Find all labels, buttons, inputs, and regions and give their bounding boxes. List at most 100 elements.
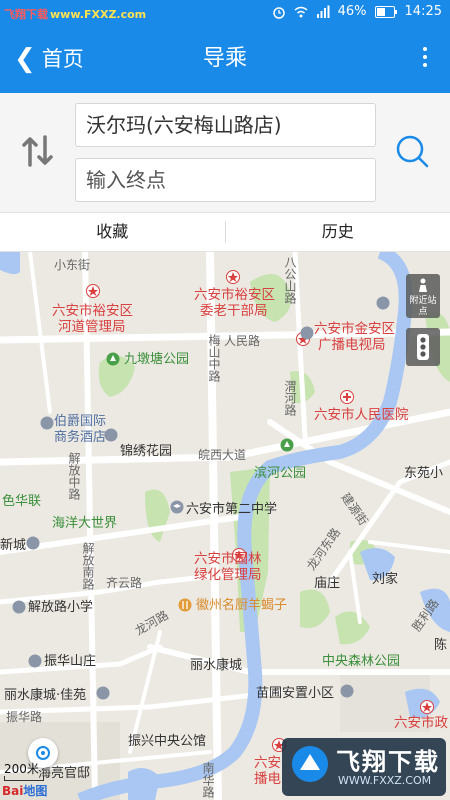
map-label: 六安市园林 xyxy=(194,551,262,567)
map-label: 陈 xyxy=(434,638,448,653)
map-label: 刘家 xyxy=(372,572,399,587)
map-label: 六安 xyxy=(254,755,281,771)
poi-icon xyxy=(376,296,390,310)
park-icon xyxy=(280,438,294,452)
poi-icon xyxy=(104,428,118,442)
destination-field[interactable]: 输入终点 xyxy=(75,158,376,202)
park-icon xyxy=(106,352,120,366)
tab-history[interactable]: 历史 xyxy=(226,213,450,251)
map-label: 广播电视局 xyxy=(318,337,386,353)
map-label: 河道管理局 xyxy=(58,319,126,335)
map-label: 人民路 xyxy=(224,334,261,348)
map-label: 绿化管理局 xyxy=(194,567,262,583)
map-label: 色华联 xyxy=(2,494,42,509)
more-menu-button[interactable] xyxy=(420,43,430,75)
baidu-logo-suffix: 地图 xyxy=(23,784,48,798)
swap-route-icon[interactable] xyxy=(18,131,58,171)
map-label: 海亮官邸 xyxy=(38,766,91,781)
app-root: 飞翔下载 www.FXXZ.com 46% 14:25 ❮ 首页 导乘 沃尔玛(六… xyxy=(0,0,450,800)
map-label: 振华山庄 xyxy=(44,654,97,669)
map-label: 六安市第二中学 xyxy=(186,502,278,517)
map-view[interactable]: 小东街 八公山路 六安市裕安区 河道管理局 六安市裕安区 委老干部局 六安市金安… xyxy=(0,252,450,800)
status-bar: 飞翔下载 www.FXXZ.com 46% 14:25 xyxy=(0,0,450,27)
map-label: 八公山路 xyxy=(283,256,297,304)
start-location-field[interactable]: 沃尔玛(六安梅山路店) xyxy=(75,103,376,147)
traffic-light-icon xyxy=(417,334,429,360)
watermark-brand: 飞翔下载 xyxy=(4,8,48,21)
tab-favorites[interactable]: 收藏 xyxy=(0,213,225,251)
map-label: 苗圃安置小区 xyxy=(256,686,335,701)
map-label: 播电 xyxy=(254,771,281,787)
status-icons: 46% 14:25 xyxy=(272,4,442,19)
school-icon xyxy=(170,500,184,514)
poi-icon xyxy=(96,686,110,700)
poi-icon xyxy=(12,600,26,614)
dot-icon xyxy=(423,47,427,51)
map-label: 委老干部局 xyxy=(200,303,268,319)
status-watermark: 飞翔下载 www.FXXZ.com xyxy=(4,6,146,22)
landmark-star-icon xyxy=(420,700,434,714)
map-label: 六安市裕安区 xyxy=(194,287,275,303)
map-label: 滨河公园 xyxy=(254,466,307,481)
map-label: 新城 xyxy=(0,538,27,553)
wifi-icon xyxy=(294,6,308,17)
map-label: 振华路 xyxy=(6,710,43,724)
nearby-stations-button[interactable]: 附近站点 xyxy=(406,274,440,318)
battery-icon xyxy=(374,5,397,18)
status-time: 14:25 xyxy=(404,4,442,19)
app-header: ❮ 首页 导乘 xyxy=(0,27,450,93)
route-panel: 沃尔玛(六安梅山路店) 输入终点 xyxy=(0,93,450,212)
map-label: 锦绣花园 xyxy=(120,444,173,459)
search-icon[interactable] xyxy=(394,133,430,169)
map-label: 丽水康城 xyxy=(190,658,243,673)
traffic-toggle-button[interactable] xyxy=(406,328,440,366)
page-title: 导乘 xyxy=(202,46,247,71)
poi-icon xyxy=(40,416,54,430)
map-label: 皖西大道 xyxy=(198,448,247,462)
map-label: 九墩塘公园 xyxy=(124,352,190,367)
signal-icon xyxy=(316,5,330,18)
watermark-title: 飞翔下载 xyxy=(336,748,440,776)
map-label: 解放南路 xyxy=(81,542,95,590)
poi-icon xyxy=(300,326,314,340)
map-label: 渭河路 xyxy=(283,380,297,416)
map-label: 振兴中央公馆 xyxy=(128,734,207,749)
route-tabs: 收藏 历史 xyxy=(0,212,450,252)
map-label: 解放中路 xyxy=(67,452,81,500)
dot-icon xyxy=(423,63,427,67)
site-logo-icon xyxy=(292,746,328,782)
poi-icon xyxy=(26,536,40,550)
map-label: 庙庄 xyxy=(314,576,341,591)
hospital-icon xyxy=(340,390,354,404)
restaurant-icon xyxy=(178,598,192,612)
person-icon xyxy=(419,278,427,292)
map-label: 丽水康城·佳苑 xyxy=(4,688,87,703)
map-label: 六安市裕安区 xyxy=(52,303,133,319)
baidu-logo-text: Bai xyxy=(2,784,24,798)
watermark-url: www.FXXZ.com xyxy=(50,8,147,21)
nearby-label: 附近站点 xyxy=(409,296,437,317)
poi-icon xyxy=(28,654,42,668)
poi-icon xyxy=(340,684,354,698)
baidu-logo: Bai地图 xyxy=(2,782,47,799)
map-label: 小东街 xyxy=(54,258,91,272)
map-label: 梅山中路 xyxy=(207,334,221,382)
landmark-star-icon xyxy=(86,284,100,298)
scale-label: 200米 xyxy=(4,762,39,776)
site-watermark: 飞翔下载 WWW.FXXZ.COM xyxy=(282,738,446,796)
map-label: 齐云路 xyxy=(106,576,143,590)
map-label: 商务酒店 xyxy=(54,430,107,445)
battery-percent: 46% xyxy=(337,4,367,19)
map-label: 六安市政 xyxy=(394,715,448,731)
map-label: 东苑小 xyxy=(404,466,444,481)
map-label: 伯爵国际 xyxy=(54,414,107,429)
map-label: 六安市人民医院 xyxy=(314,407,409,423)
map-label: 海洋大世界 xyxy=(52,516,118,531)
alarm-icon xyxy=(272,6,285,19)
landmark-star-icon xyxy=(226,270,240,284)
map-label: 六安市金安区 xyxy=(314,321,395,337)
scale-bar xyxy=(4,776,44,781)
watermark-url-text: WWW.FXXZ.COM xyxy=(338,774,432,787)
map-label: 中央森林公园 xyxy=(322,654,401,669)
dot-icon xyxy=(423,55,427,59)
